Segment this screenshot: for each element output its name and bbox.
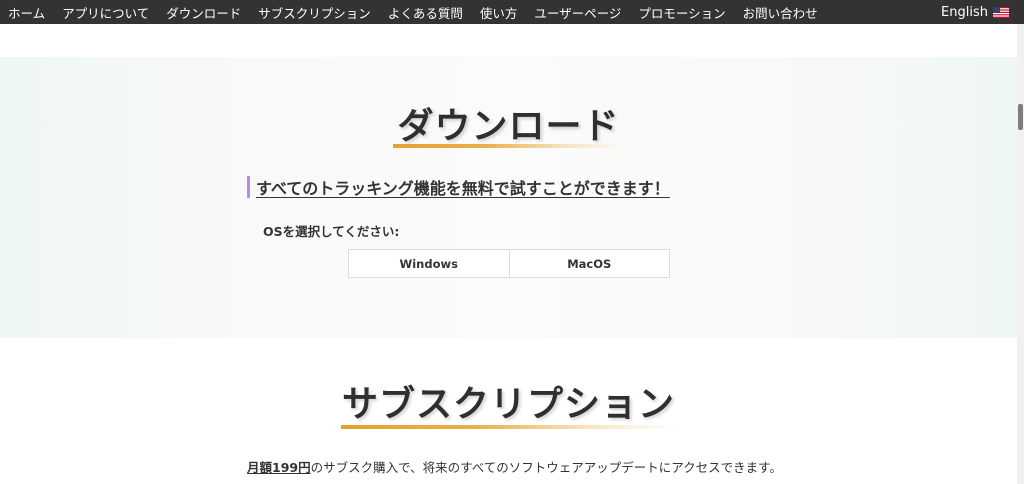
nav-item-promotion[interactable]: プロモーション (638, 3, 725, 22)
subheading-text: すべてのトラッキング機能を無料で試すことができます！ (256, 179, 670, 198)
nav-item-how-to-use[interactable]: 使い方 (480, 3, 518, 22)
page-scrollbar[interactable] (1017, 24, 1024, 484)
download-section: ダウンロード すべてのトラッキング機能を無料で試すことができます！ OSを選択し… (0, 57, 1017, 338)
download-title: ダウンロード (397, 106, 620, 147)
nav-menu: ホーム アプリについて ダウンロード サブスクリプション よくある質問 使い方 … (0, 0, 827, 24)
windows-button[interactable]: Windows (349, 250, 509, 277)
download-title-underline (393, 144, 625, 148)
subscription-title: サブスクリプション (341, 384, 675, 425)
subscription-title-underline (341, 425, 677, 429)
nav-item-subscription[interactable]: サブスクリプション (258, 3, 371, 22)
subheading-accent-bar (247, 176, 250, 198)
us-flag-icon (993, 6, 1009, 18)
nav-item-contact[interactable]: お問い合わせ (743, 3, 818, 22)
os-select-label: OSを選択してください: (263, 224, 400, 239)
download-subheading: すべてのトラッキング機能を無料で試すことができます！ (247, 175, 670, 199)
subscription-description-text: のサブスク購入で、将来のすべてのソフトウェアアップデートにアクセスできます。 (310, 460, 782, 475)
subscription-price: 月額199円 (247, 460, 311, 475)
os-button-group: Windows MacOS (348, 249, 670, 278)
language-label: English (941, 4, 988, 20)
subscription-description: 月額199円のサブスク購入で、将来のすべてのソフトウェアアップデートにアクセスで… (247, 457, 782, 476)
nav-item-home[interactable]: ホーム (8, 3, 45, 22)
scrollbar-thumb[interactable] (1018, 104, 1023, 130)
top-navigation: ホーム アプリについて ダウンロード サブスクリプション よくある質問 使い方 … (0, 0, 1024, 24)
nav-item-user-page[interactable]: ユーザーページ (534, 3, 621, 22)
nav-item-about[interactable]: アプリについて (62, 3, 149, 22)
nav-item-faq[interactable]: よくある質問 (388, 3, 463, 22)
language-switcher[interactable]: English (941, 0, 1009, 24)
macos-button[interactable]: MacOS (508, 250, 670, 277)
nav-item-download[interactable]: ダウンロード (166, 3, 241, 22)
